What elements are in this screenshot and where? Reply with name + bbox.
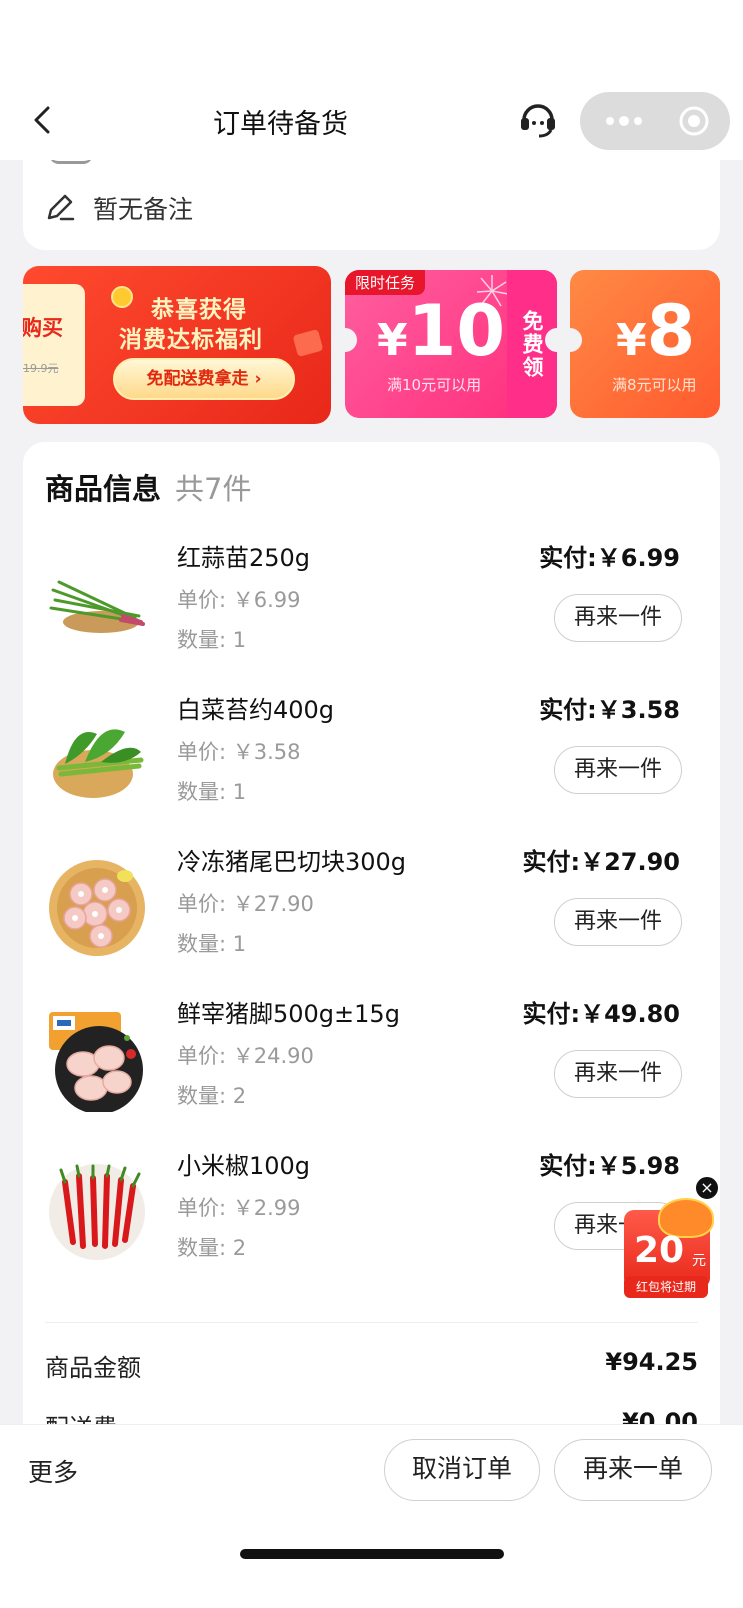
quantity: 数量: 1 <box>177 932 247 956</box>
buy-again-button[interactable]: 再来一件 <box>554 898 682 946</box>
nav-bar: 订单待备货 <box>0 84 743 160</box>
banner-side-price: 19.9元 <box>23 362 59 375</box>
product-name[interactable]: 冷冻猪尾巴切块300g <box>177 842 406 877</box>
coupon-currency: ¥ <box>377 315 408 366</box>
mini-program-capsule <box>580 92 730 150</box>
list-item: 冷冻猪尾巴切块300g 单价: ￥27.90 数量: 1 实付:￥27.90 再… <box>23 834 720 984</box>
coupon-amount: ¥8 <box>616 296 695 366</box>
banner-side-label: 购买 <box>23 316 63 340</box>
product-image-pork-tail[interactable] <box>45 856 149 960</box>
red-packet-unit: 元 <box>692 1253 706 1269</box>
coupon-condition: 满10元可以用 <box>387 376 482 394</box>
paid-amount: 实付:￥3.58 <box>539 696 680 724</box>
buy-again-button[interactable]: 再来一件 <box>554 594 682 642</box>
paid-amount: 实付:￥27.90 <box>522 848 680 876</box>
red-envelope-icon <box>292 329 324 357</box>
goods-amount-value: ¥94.25 <box>605 1348 698 1376</box>
close-mini-program-icon[interactable] <box>678 105 710 137</box>
list-item: 鲜宰猪脚500g±15g 单价: ￥24.90 数量: 2 实付:￥49.80 … <box>23 986 720 1136</box>
coin-icon <box>111 286 133 308</box>
reorder-button[interactable]: 再来一单 <box>554 1439 712 1501</box>
red-packet-floating[interactable]: × 20 元 红包将过期 <box>624 1176 724 1308</box>
note-text[interactable]: 暂无备注 <box>93 190 193 226</box>
more-link[interactable]: 更多 <box>28 1453 78 1489</box>
product-image-garlic-sprout[interactable] <box>45 552 149 656</box>
coupon-8[interactable]: ¥8 满8元可以用 <box>570 270 720 418</box>
red-packet-amount: 20 <box>634 1230 685 1271</box>
list-item: 白菜苔约400g 单价: ￥3.58 数量: 1 实付:￥3.58 再来一件 <box>23 682 720 832</box>
buy-again-button[interactable]: 再来一件 <box>554 746 682 794</box>
status-bar <box>0 0 743 84</box>
quantity: 数量: 2 <box>177 1236 247 1260</box>
coupon-value: 10 <box>407 290 506 372</box>
list-item: 小米椒100g 单价: ￥2.99 数量: 2 实付:￥5.98 再来一件 <box>23 1138 720 1288</box>
goods-amount-label: 商品金额 <box>45 1354 141 1382</box>
paid-amount: 实付:￥49.80 <box>522 1000 680 1028</box>
list-item: 红蒜苗250g 单价: ￥6.99 数量: 1 实付:￥6.99 再来一件 <box>23 530 720 680</box>
coupon-value: 8 <box>646 290 696 372</box>
quantity: 数量: 2 <box>177 1084 247 1108</box>
coupon-amount: ¥10 <box>377 296 505 366</box>
section-title: 商品信息 <box>45 472 162 506</box>
goods-info-card: 商品信息 共7件 红蒜苗250g 单价: ￥6.99 数量: 1 实付:￥6.9… <box>23 442 720 1462</box>
promo-banner[interactable]: 购买 19.9元 恭喜获得 消费达标福利 免配送费拿走 › <box>23 266 331 424</box>
divider <box>45 1322 698 1323</box>
back-icon[interactable] <box>24 100 64 140</box>
edit-icon[interactable] <box>43 190 77 224</box>
close-icon[interactable]: × <box>695 1176 719 1200</box>
item-count: 共7件 <box>175 472 252 506</box>
page-title: 订单待备货 <box>213 109 348 140</box>
product-image-pork-trotter[interactable] <box>45 1008 149 1112</box>
unit-price: 单价: ￥2.99 <box>177 1196 301 1220</box>
product-image-choy-sum[interactable] <box>45 704 149 808</box>
product-image-chili[interactable] <box>45 1160 149 1264</box>
unit-price: 单价: ￥27.90 <box>177 892 314 916</box>
free-delivery-button[interactable]: 免配送费拿走 › <box>113 358 295 400</box>
coupon-currency: ¥ <box>616 315 647 366</box>
product-name[interactable]: 白菜苔约400g <box>177 690 334 725</box>
red-packet-label: 红包将过期 <box>624 1276 708 1298</box>
bottom-action-bar: 更多 取消订单 再来一单 <box>0 1424 743 1608</box>
unit-price: 单价: ￥3.58 <box>177 740 301 764</box>
buy-again-button[interactable]: 再来一件 <box>554 1050 682 1098</box>
goods-amount-row: 商品金额 ¥94.25 <box>45 1348 698 1388</box>
more-icon[interactable] <box>604 111 644 131</box>
coupon-condition: 满8元可以用 <box>612 376 697 394</box>
home-indicator <box>240 1549 504 1559</box>
banner-side-card: 购买 19.9元 <box>23 284 85 406</box>
cancel-order-button[interactable]: 取消订单 <box>384 1439 540 1501</box>
coupon-notch <box>333 328 357 352</box>
coupon-notch <box>558 328 582 352</box>
product-name[interactable]: 小米椒100g <box>177 1146 310 1181</box>
product-name[interactable]: 红蒜苗250g <box>177 538 310 573</box>
banner-title-line2: 消费达标福利 <box>119 327 263 353</box>
paid-amount: 实付:￥6.99 <box>539 544 680 572</box>
coupon-10[interactable]: 限时任务 ¥10 满10元可以用 免费领 <box>345 270 557 418</box>
promo-banners: 购买 19.9元 恭喜获得 消费达标福利 免配送费拿走 › 限时任务 ¥10 满… <box>23 266 720 426</box>
customer-service-icon[interactable] <box>516 96 560 140</box>
quantity: 数量: 1 <box>177 628 247 652</box>
quantity: 数量: 1 <box>177 780 247 804</box>
unit-price: 单价: ￥6.99 <box>177 588 301 612</box>
banner-title-line1: 恭喜获得 <box>151 297 247 323</box>
product-name[interactable]: 鲜宰猪脚500g±15g <box>177 994 400 1029</box>
unit-price: 单价: ￥24.90 <box>177 1044 314 1068</box>
